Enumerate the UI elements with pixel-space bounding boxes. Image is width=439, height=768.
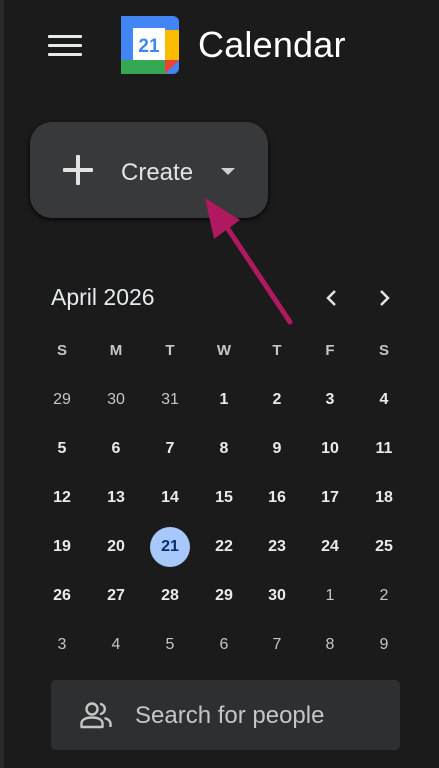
calendar-day[interactable]: 5 bbox=[42, 429, 82, 469]
calendar-day[interactable]: 16 bbox=[257, 478, 297, 518]
calendar-day[interactable]: 12 bbox=[42, 478, 82, 518]
calendar-day[interactable]: 1 bbox=[204, 380, 244, 420]
calendar-day[interactable]: 30 bbox=[257, 576, 297, 616]
window-left-border bbox=[0, 0, 4, 768]
calendar-day[interactable]: 8 bbox=[310, 625, 350, 665]
weekday-header: S bbox=[56, 342, 67, 359]
google-calendar-logo: 21 bbox=[121, 16, 179, 74]
calendar-day[interactable]: 3 bbox=[310, 380, 350, 420]
month-label: April 2026 bbox=[51, 284, 155, 310]
app-title: Calendar bbox=[198, 24, 346, 65]
create-button-label: Create bbox=[121, 159, 194, 186]
calendar-day[interactable]: 1 bbox=[310, 576, 350, 616]
previous-month-icon[interactable] bbox=[318, 284, 346, 312]
weekday-header: T bbox=[165, 342, 175, 359]
calendar-day[interactable]: 7 bbox=[257, 625, 297, 665]
calendar-day[interactable]: 2 bbox=[364, 576, 404, 616]
calendar-day[interactable]: 24 bbox=[310, 527, 350, 567]
calendar-day-today[interactable]: 21 bbox=[150, 527, 190, 567]
calendar-day[interactable]: 15 bbox=[204, 478, 244, 518]
calendar-day[interactable]: 11 bbox=[364, 429, 404, 469]
calendar-day[interactable]: 4 bbox=[364, 380, 404, 420]
calendar-day[interactable]: 28 bbox=[150, 576, 190, 616]
weekday-header: M bbox=[109, 342, 123, 359]
calendar-day[interactable]: 5 bbox=[150, 625, 190, 665]
weekday-header: T bbox=[272, 342, 282, 359]
calendar-day[interactable]: 22 bbox=[204, 527, 244, 567]
people-icon bbox=[80, 702, 112, 729]
calendar-day[interactable]: 4 bbox=[96, 625, 136, 665]
calendar-day[interactable]: 19 bbox=[42, 527, 82, 567]
calendar-day[interactable]: 9 bbox=[364, 625, 404, 665]
calendar-day[interactable]: 31 bbox=[150, 380, 190, 420]
calendar-day[interactable]: 29 bbox=[204, 576, 244, 616]
search-people-placeholder: Search for people bbox=[135, 702, 325, 729]
calendar-day[interactable]: 20 bbox=[96, 527, 136, 567]
plus-icon bbox=[63, 155, 93, 185]
calendar-day[interactable]: 30 bbox=[96, 380, 136, 420]
calendar-day[interactable]: 27 bbox=[96, 576, 136, 616]
calendar-day[interactable]: 18 bbox=[364, 478, 404, 518]
calendar-day[interactable]: 7 bbox=[150, 429, 190, 469]
calendar-day[interactable]: 6 bbox=[96, 429, 136, 469]
calendar-day[interactable]: 25 bbox=[364, 527, 404, 567]
caret-down-icon[interactable] bbox=[221, 168, 235, 175]
calendar-day[interactable]: 14 bbox=[150, 478, 190, 518]
search-people-input[interactable]: Search for people bbox=[51, 680, 400, 750]
weekday-header: F bbox=[325, 342, 335, 359]
weekday-header: W bbox=[216, 342, 232, 359]
calendar-day[interactable]: 8 bbox=[204, 429, 244, 469]
create-button[interactable]: Create bbox=[30, 122, 268, 218]
calendar-day[interactable]: 10 bbox=[310, 429, 350, 469]
calendar-day[interactable]: 26 bbox=[42, 576, 82, 616]
calendar-day[interactable]: 23 bbox=[257, 527, 297, 567]
calendar-day[interactable]: 29 bbox=[42, 380, 82, 420]
next-month-icon[interactable] bbox=[370, 284, 398, 312]
calendar-day[interactable]: 6 bbox=[204, 625, 244, 665]
calendar-day[interactable]: 17 bbox=[310, 478, 350, 518]
calendar-day[interactable]: 9 bbox=[257, 429, 297, 469]
main-menu-icon[interactable] bbox=[48, 35, 82, 57]
calendar-day[interactable]: 2 bbox=[257, 380, 297, 420]
logo-day-text: 21 bbox=[138, 36, 160, 57]
weekday-header: S bbox=[378, 342, 389, 359]
calendar-day[interactable]: 3 bbox=[42, 625, 82, 665]
calendar-day[interactable]: 13 bbox=[96, 478, 136, 518]
